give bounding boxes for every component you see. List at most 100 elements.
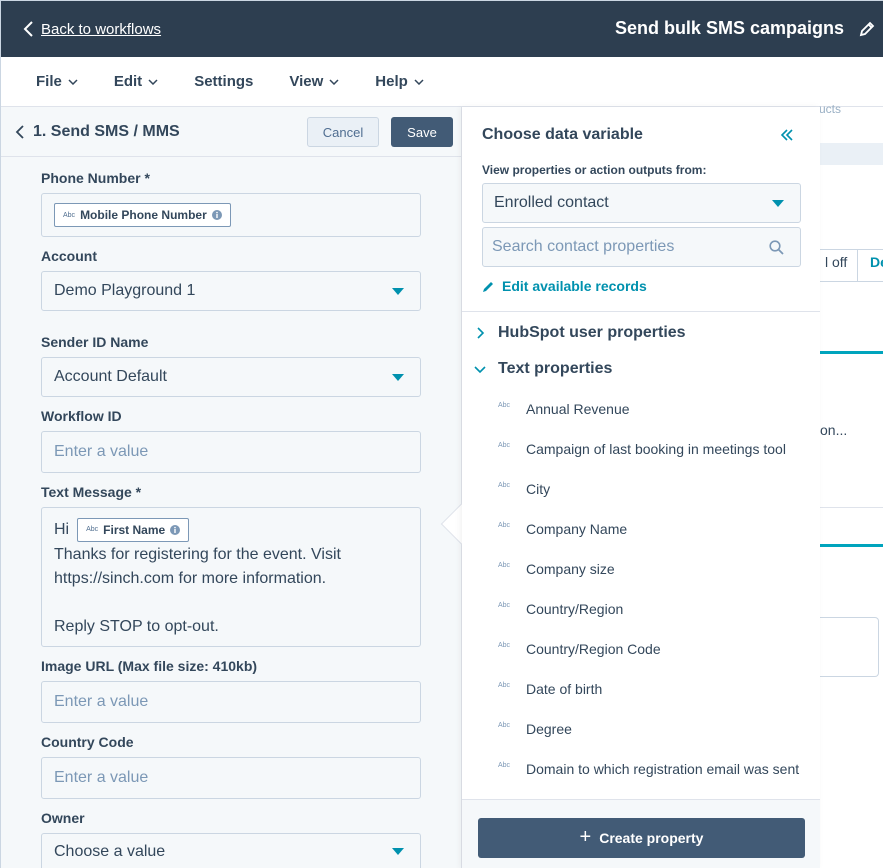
owner-dropdown[interactable]: Choose a value	[41, 833, 421, 868]
text-type-icon: Abc	[498, 761, 511, 769]
menu-help[interactable]: Help	[375, 73, 424, 90]
top-header: Back to workflows Send bulk SMS campaign…	[1, 1, 883, 57]
group-hubspot-user-properties[interactable]: HubSpot user properties	[474, 324, 686, 342]
text-type-icon: Abc	[63, 211, 76, 219]
message-line: https://sinch.com for more information.	[54, 570, 327, 587]
canvas-divider	[819, 507, 883, 508]
divider	[462, 311, 820, 312]
text-type-icon: Abc	[498, 721, 511, 729]
property-item[interactable]: Abc Date of birth	[498, 669, 810, 709]
phone-number-field[interactable]: Abc Mobile Phone Number	[41, 193, 421, 237]
canvas-accent-line	[819, 351, 883, 354]
image-url-label: Image URL (Max file size: 410kb)	[41, 658, 258, 674]
text-message-editor[interactable]: Hi Abc First Name Thanks for registering…	[41, 507, 421, 647]
workflow-id-input[interactable]: Enter a value	[41, 431, 421, 473]
menu-file[interactable]: File	[36, 73, 78, 90]
property-item[interactable]: Abc Annual Revenue	[498, 389, 810, 429]
chevron-down-icon	[68, 78, 78, 85]
chevron-down-icon	[148, 78, 158, 85]
account-label: Account	[41, 248, 97, 264]
search-icon	[769, 240, 784, 255]
mobile-phone-number-token[interactable]: Abc Mobile Phone Number	[54, 203, 231, 227]
collapse-icon[interactable]	[780, 128, 794, 142]
cancel-button[interactable]: Cancel	[307, 117, 379, 147]
text-type-icon: Abc	[498, 601, 511, 609]
source-label: View properties or action outputs from:	[482, 163, 707, 177]
canvas-divider	[819, 249, 883, 250]
workflow-title[interactable]: Send bulk SMS campaigns	[615, 18, 844, 39]
bg-fragment: De	[870, 254, 883, 270]
property-item[interactable]: Abc Domain to which registration email wa…	[498, 749, 810, 789]
property-item[interactable]: Abc Company Name	[498, 509, 810, 549]
chevron-right-icon	[477, 327, 485, 339]
bg-fragment: l off	[825, 254, 848, 270]
caret-down-icon	[392, 374, 404, 381]
canvas-bar	[819, 143, 883, 165]
account-value: Demo Playground 1	[54, 282, 196, 299]
data-variable-panel: Choose data variable View properties or …	[462, 107, 820, 868]
bg-fragment: on...	[820, 422, 848, 438]
source-value: Enrolled contact	[494, 194, 609, 211]
property-item[interactable]: Abc Country/Region	[498, 589, 810, 629]
text-type-icon: Abc	[498, 561, 511, 569]
property-item[interactable]: Abc Company size	[498, 549, 810, 589]
account-dropdown[interactable]: Demo Playground 1	[41, 271, 421, 311]
save-button[interactable]: Save	[391, 117, 453, 147]
text-type-icon: Abc	[498, 521, 511, 529]
text-type-icon: Abc	[498, 401, 511, 409]
first-name-token[interactable]: Abc First Name	[77, 518, 190, 542]
property-item[interactable]: Abc City	[498, 469, 810, 509]
canvas-accent-line	[819, 544, 883, 547]
pencil-icon	[483, 281, 493, 292]
phone-number-label: Phone Number *	[41, 170, 150, 186]
text-type-icon: Abc	[498, 481, 511, 489]
sender-id-value: Account Default	[54, 368, 167, 385]
chevron-down-icon	[329, 78, 339, 85]
property-item[interactable]: Abc Campaign of last booking in meetings …	[498, 429, 810, 469]
edit-available-records-link[interactable]: Edit available records	[482, 278, 647, 294]
menu-edit[interactable]: Edit	[114, 73, 158, 90]
canvas-card	[819, 617, 879, 677]
workflow-id-label: Workflow ID	[41, 408, 122, 424]
chevron-left-icon[interactable]	[15, 124, 25, 139]
workflow-canvas-background	[819, 107, 883, 868]
owner-value: Choose a value	[54, 842, 166, 860]
info-icon	[170, 525, 181, 535]
text-type-icon: Abc	[498, 681, 511, 689]
message-line: Thanks for registering for the event. Vi…	[54, 546, 341, 563]
text-type-icon: Abc	[498, 641, 511, 649]
property-list: Abc Annual Revenue Abc Campaign of last bo…	[498, 389, 810, 789]
text-type-icon: Abc	[86, 526, 99, 533]
chevron-down-icon	[474, 366, 486, 374]
group-text-properties[interactable]: Text properties	[474, 360, 612, 378]
action-title: 1. Send SMS / MMS	[33, 122, 180, 140]
property-item[interactable]: Abc Degree	[498, 709, 810, 749]
text-type-icon: Abc	[498, 441, 511, 449]
message-line: Reply STOP to opt-out.	[54, 618, 219, 635]
pencil-icon[interactable]	[858, 20, 876, 38]
back-link-label: Back to workflows	[41, 20, 162, 38]
menu-view[interactable]: View	[289, 73, 339, 90]
create-property-button[interactable]: + Create property	[478, 818, 805, 858]
search-properties-input[interactable]: Search contact properties	[482, 227, 801, 267]
country-code-label: Country Code	[41, 734, 134, 750]
canvas-divider	[819, 281, 883, 282]
info-icon	[211, 210, 222, 220]
image-url-input[interactable]: Enter a value	[41, 681, 421, 723]
back-to-workflows-link[interactable]: Back to workflows	[23, 21, 161, 38]
source-dropdown[interactable]: Enrolled contact	[482, 183, 801, 223]
caret-down-icon	[392, 288, 404, 295]
canvas-divider	[857, 249, 858, 281]
property-item[interactable]: Abc Country/Region Code	[498, 629, 810, 669]
sender-id-dropdown[interactable]: Account Default	[41, 357, 421, 397]
chevron-left-icon	[23, 21, 33, 37]
owner-label: Owner	[41, 810, 85, 826]
chevron-down-icon	[414, 78, 424, 85]
bg-fragment: ucts	[819, 102, 842, 116]
panel-title: Choose data variable	[482, 126, 643, 143]
country-code-input[interactable]: Enter a value	[41, 757, 421, 799]
text-message-label: Text Message *	[41, 484, 142, 500]
menu-bar: File Edit Settings View Help	[1, 57, 883, 107]
caret-down-icon	[392, 847, 404, 855]
menu-settings[interactable]: Settings	[194, 73, 253, 90]
